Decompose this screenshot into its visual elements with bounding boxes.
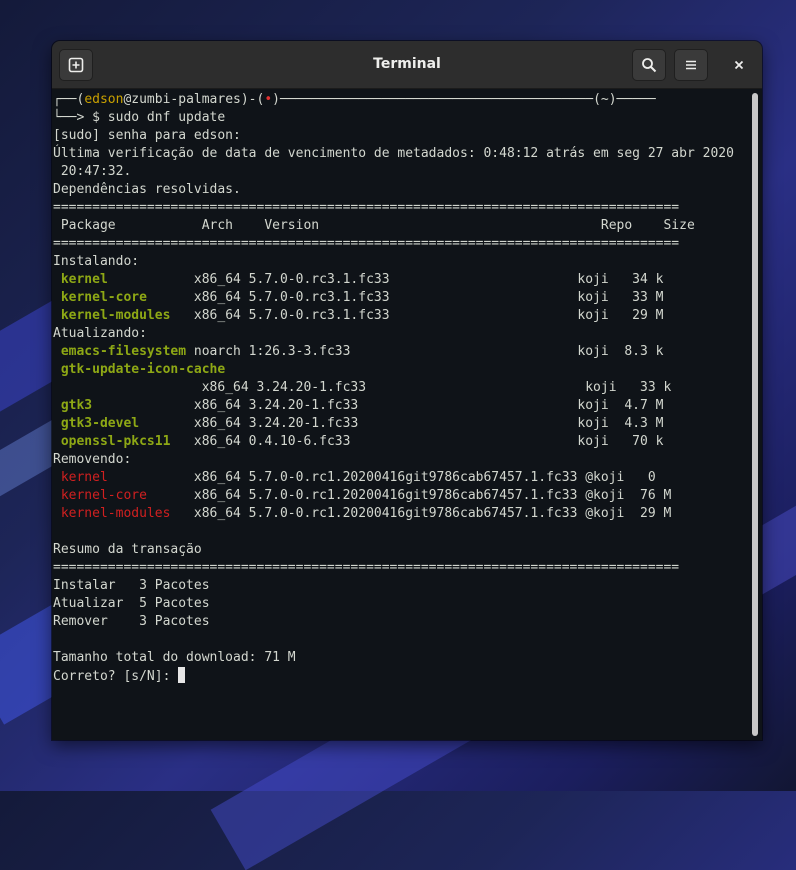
- summary-install: Instalar 3 Pacotes: [53, 578, 210, 593]
- package-row: kernel x86_64 5.7.0-0.rc3.1.fc33 koji 34…: [60, 272, 664, 287]
- summary-upgrade: Atualizar 5 Pacotes: [53, 596, 210, 611]
- package-name: gtk3: [60, 398, 93, 413]
- prompt-line-2: └──> $ sudo dnf update: [53, 110, 226, 125]
- search-icon: [642, 58, 657, 73]
- package-row: gtk-update-icon-cache: [53, 361, 225, 379]
- package-name: emacs-filesystem: [60, 344, 187, 359]
- text-cursor: [178, 667, 186, 683]
- package-name: kernel-modules: [60, 506, 171, 521]
- package-row: gtk3-devel x86_64 3.24.20-1.fc33 koji 4.…: [60, 416, 664, 431]
- table-header: Package Arch Version Repo Size: [53, 218, 695, 233]
- package-name: gtk-update-icon-cache: [60, 362, 226, 377]
- package-name: kernel: [60, 272, 108, 287]
- prompt-user: edson: [84, 92, 124, 107]
- close-button[interactable]: [724, 49, 754, 81]
- summary-remove: Remover 3 Pacotes: [53, 614, 210, 629]
- package-row: kernel-modules x86_64 5.7.0-0.rc1.202004…: [60, 506, 672, 521]
- package-row: kernel-core x86_64 5.7.0-0.rc3.1.fc33 ko…: [60, 290, 664, 305]
- package-name: kernel-core: [60, 290, 147, 305]
- package-name: openssl-pkcs11: [60, 434, 171, 449]
- search-button[interactable]: [632, 49, 666, 81]
- prompt-line-1: ┌──(edson@zumbi-palmares)-(•)───────────…: [53, 92, 656, 107]
- package-name: kernel-modules: [60, 308, 171, 323]
- new-tab-button[interactable]: [59, 49, 93, 81]
- package-row: openssl-pkcs11 x86_64 0.4.10-6.fc33 koji…: [60, 434, 664, 449]
- package-row: emacs-filesystem noarch 1:26.3-3.fc33 ko…: [60, 344, 664, 359]
- terminal-window: Terminal ┌──(edson@zumbi-palmares)-(•)──…: [52, 41, 762, 740]
- package-row: kernel-core x86_64 5.7.0-0.rc1.20200416g…: [60, 488, 672, 503]
- separator: ========================================…: [53, 236, 680, 251]
- package-row: gtk3 x86_64 3.24.20-1.fc33 koji 4.7 M: [60, 398, 664, 413]
- sudo-prompt: [sudo] senha para edson:: [53, 128, 241, 143]
- new-tab-icon: [68, 57, 84, 73]
- header-bar[interactable]: Terminal: [52, 41, 762, 89]
- package-name: kernel-core: [60, 488, 147, 503]
- hamburger-menu-icon: [686, 60, 696, 70]
- confirm-prompt[interactable]: Correto? [s/N]:: [53, 667, 186, 685]
- menu-button[interactable]: [674, 49, 708, 81]
- separator: ========================================…: [53, 560, 680, 575]
- package-row-cont: x86_64 3.24.20-1.fc33 koji 33 k: [201, 380, 672, 395]
- section-installing: Instalando:: [53, 254, 140, 269]
- summary-title: Resumo da transação: [53, 542, 202, 557]
- package-row: kernel-modules x86_64 5.7.0-0.rc3.1.fc33…: [60, 308, 664, 323]
- deps-resolved: Dependências resolvidas.: [53, 182, 241, 197]
- section-removing: Removendo:: [53, 452, 132, 467]
- close-icon: [734, 60, 744, 70]
- scrollbar-thumb[interactable]: [752, 93, 758, 736]
- metadata-line: Última verificação de data de vencimento…: [53, 146, 734, 161]
- download-total: Tamanho total do download: 71 M: [53, 650, 296, 665]
- separator: ========================================…: [53, 200, 680, 215]
- scrollbar[interactable]: [748, 89, 762, 740]
- metadata-line-cont: 20:47:32.: [53, 164, 132, 179]
- section-upgrading: Atualizando:: [53, 326, 147, 341]
- package-name: kernel: [60, 470, 108, 485]
- package-name: gtk3-devel: [60, 416, 140, 431]
- terminal-output[interactable]: ┌──(edson@zumbi-palmares)-(•)───────────…: [52, 89, 748, 740]
- prompt-status-dot: •: [264, 92, 273, 107]
- package-row: kernel x86_64 5.7.0-0.rc1.20200416git978…: [60, 470, 656, 485]
- prompt-host: @zumbi-palmares: [123, 92, 241, 107]
